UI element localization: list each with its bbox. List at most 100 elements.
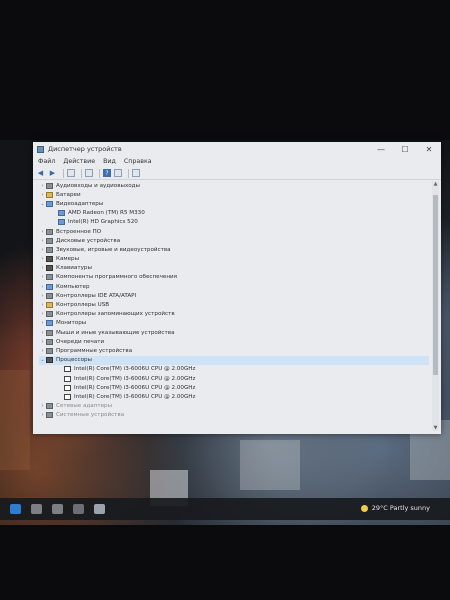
device-manager-icon [37, 145, 44, 153]
menu-view[interactable]: Вид [103, 158, 116, 165]
tree-item[interactable]: › Аудиовходы и аудиовыходы [39, 181, 429, 190]
scrollbar-thumb[interactable] [433, 195, 438, 375]
menu-file[interactable]: Файл [38, 158, 55, 165]
tree-item[interactable]: › Системные устройства [39, 411, 429, 420]
tree-item[interactable]: ⌄ Процессоры [39, 355, 429, 365]
tree-item[interactable]: › Контроллеры IDE ATA/ATAPI [39, 291, 429, 300]
menu-action[interactable]: Действие [63, 158, 95, 165]
storage-icon [46, 311, 53, 318]
minimize-button[interactable]: — [369, 142, 393, 156]
scroll-up-icon[interactable]: ▲ [432, 181, 439, 187]
tree-item[interactable]: › Встроенное ПО [39, 227, 429, 236]
forward-arrow-icon[interactable]: ▶ [48, 169, 57, 178]
update-driver-icon[interactable] [114, 169, 122, 177]
tree-item-label: Intel(R) Core(TM) i3-6006U CPU @ 2.00GHz [74, 375, 196, 382]
tree-item[interactable]: › Дисковые устройства [39, 236, 429, 245]
menu-help[interactable]: Справка [124, 158, 152, 165]
device-list-icon[interactable] [85, 169, 93, 177]
tree-item-label: Компьютер [56, 283, 90, 290]
start-icon[interactable] [10, 504, 21, 514]
scan-hardware-icon[interactable] [132, 169, 140, 177]
tree-item[interactable]: › Батареи [39, 190, 429, 199]
cpu-icon [64, 375, 71, 382]
tree-item[interactable]: › Контроллеры запоминающих устройств [39, 310, 429, 319]
chevron-right-icon[interactable]: › [39, 183, 46, 189]
ide-icon [46, 292, 53, 299]
tree-item-label: Программные устройства [56, 347, 133, 354]
tree-item[interactable]: › Контроллеры USB [39, 300, 429, 309]
tree-item[interactable]: › Клавиатуры [39, 264, 429, 273]
software-icon [46, 274, 53, 281]
chevron-right-icon[interactable]: › [39, 311, 46, 317]
vertical-scrollbar[interactable]: ▲ ▼ [432, 181, 439, 431]
gpu-icon [58, 219, 65, 226]
tree-item[interactable]: › Компоненты программного обеспечения [39, 273, 429, 282]
chevron-right-icon[interactable]: › [39, 247, 46, 253]
tree-item-label: Intel(R) Core(TM) i3-6006U CPU @ 2.00GHz [74, 384, 196, 391]
device-manager-taskbar-icon[interactable] [94, 504, 105, 514]
chevron-right-icon[interactable]: › [39, 339, 46, 345]
tree-item[interactable]: › Сетевые адаптеры [39, 402, 429, 411]
chevron-right-icon[interactable]: › [39, 293, 46, 299]
tree-item[interactable]: › Камеры [39, 255, 429, 264]
chevron-right-icon[interactable]: › [39, 403, 46, 409]
chevron-right-icon[interactable]: › [39, 302, 46, 308]
tree-item[interactable]: Intel(R) Core(TM) i3-6006U CPU @ 2.00GHz [39, 383, 429, 392]
taskbar: 29°C Partly sunny [0, 498, 450, 520]
chevron-right-icon[interactable]: › [39, 229, 46, 235]
tree-item[interactable]: ⌄ Видеоадаптеры [39, 199, 429, 208]
tree-item[interactable]: Intel(R) Core(TM) i3-6006U CPU @ 2.00GHz [39, 374, 429, 383]
tree-item[interactable]: › Мониторы [39, 319, 429, 328]
toolbar: ◀ ▶ ? [33, 167, 441, 180]
partly-sunny-icon [360, 504, 368, 512]
chevron-right-icon[interactable]: › [39, 320, 46, 326]
properties-icon[interactable] [67, 169, 75, 177]
camera-icon [46, 256, 53, 263]
chevron-right-icon[interactable]: › [39, 265, 46, 271]
weather-widget[interactable]: 29°C Partly sunny [360, 504, 430, 512]
tree-item[interactable]: › Компьютер [39, 282, 429, 291]
firmware-icon [46, 228, 53, 235]
tree-item-label: Intel(R) HD Graphics 520 [68, 219, 138, 226]
scroll-down-icon[interactable]: ▼ [432, 425, 439, 431]
maximize-button[interactable]: ☐ [393, 142, 417, 156]
chevron-right-icon[interactable]: › [39, 256, 46, 262]
toolbar-separator [81, 168, 82, 178]
close-button[interactable]: ✕ [417, 142, 441, 156]
printer-icon [46, 338, 53, 345]
back-arrow-icon[interactable]: ◀ [36, 169, 45, 178]
computer-icon [46, 283, 53, 290]
device-tree: › Аудиовходы и аудиовыходы › Батареи ⌄ Видеоа… [39, 181, 429, 431]
chevron-right-icon[interactable]: › [39, 348, 46, 354]
store-icon[interactable] [52, 504, 63, 514]
chevron-right-icon[interactable]: › [39, 192, 46, 198]
tree-item-label: Контроллеры IDE ATA/ATAPI [56, 292, 137, 299]
chevron-right-icon[interactable]: › [39, 238, 46, 244]
audio-icon [46, 182, 53, 189]
taskbar-app-icon[interactable] [31, 504, 42, 514]
chevron-down-icon[interactable]: ⌄ [39, 201, 46, 207]
software-device-icon [46, 347, 53, 354]
menu-bar: Файл Действие Вид Справка [33, 156, 441, 167]
chevron-right-icon[interactable]: › [39, 412, 46, 418]
tree-item[interactable]: Intel(R) Core(TM) i3-6006U CPU @ 2.00GHz [39, 392, 429, 401]
tree-item[interactable]: AMD Radeon (TM) R5 M330 [39, 209, 429, 218]
tree-item[interactable]: Intel(R) HD Graphics 520 [39, 218, 429, 227]
chevron-right-icon[interactable]: › [39, 274, 46, 280]
tree-item[interactable]: › Программные устройства [39, 346, 429, 355]
tree-item-label: Видеоадаптеры [56, 200, 104, 207]
tree-item[interactable]: Intel(R) Core(TM) i3-6006U CPU @ 2.00GHz [39, 365, 429, 374]
help-icon[interactable]: ? [103, 169, 111, 177]
tree-item[interactable]: › Мыши и иные указывающие устройства [39, 328, 429, 337]
weather-temp: 29°C [371, 504, 388, 512]
tree-item[interactable]: › Очереди печати [39, 337, 429, 346]
chevron-down-icon[interactable]: ⌄ [39, 357, 46, 363]
display-adapter-icon [46, 200, 53, 207]
chevron-right-icon[interactable]: › [39, 284, 46, 290]
tree-item[interactable]: › Звуковые, игровые и видеоустройства [39, 245, 429, 254]
tree-item-label: Контроллеры запоминающих устройств [56, 311, 175, 318]
tree-item-label: Батареи [56, 191, 81, 198]
tree-item-label: Дисковые устройства [56, 237, 121, 244]
chevron-right-icon[interactable]: › [39, 330, 46, 336]
mail-icon[interactable] [73, 504, 84, 514]
